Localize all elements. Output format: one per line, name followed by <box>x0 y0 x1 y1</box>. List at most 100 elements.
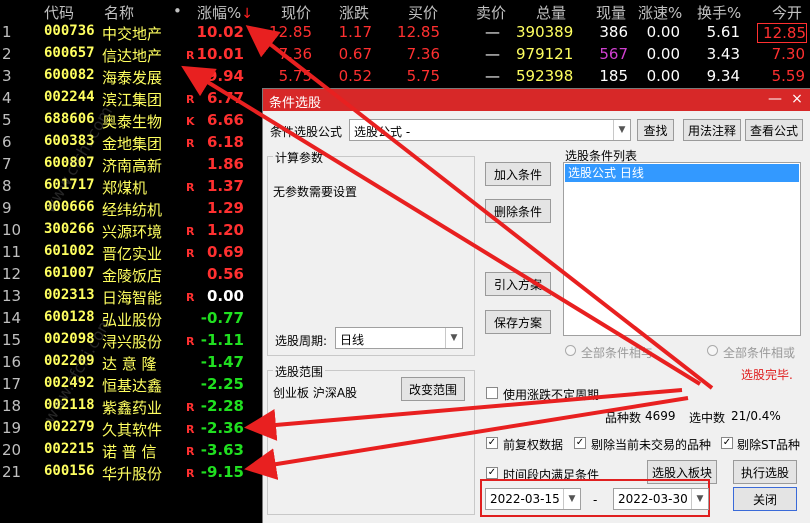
turnover: 9.34 <box>706 67 740 85</box>
radio-all-and[interactable] <box>565 345 576 356</box>
table-row[interactable]: 3 600082 海泰发展 9.94 5.75 0.52 5.75 — 592398 185 0.0… <box>0 65 810 87</box>
price: 5.75 <box>278 67 312 85</box>
stock-code: 002215 <box>44 441 95 457</box>
speed: 0.00 <box>646 23 680 41</box>
header-ask[interactable]: 卖价 <box>476 2 506 23</box>
fq-label: 前复权数据 <box>503 438 564 452</box>
radio-all-or[interactable] <box>707 345 718 356</box>
speed: 0.00 <box>646 67 680 85</box>
period-condition-checkbox[interactable]: ✓ <box>486 467 498 479</box>
selected-label: 选中数 <box>689 411 726 425</box>
total-volume: 979121 <box>516 45 574 63</box>
period-select[interactable]: 日线 ▼ <box>335 327 463 349</box>
chevron-down-icon: ▼ <box>613 120 630 140</box>
bid-price: 5.75 <box>406 67 440 85</box>
header-turnover[interactable]: 换手% <box>697 2 741 23</box>
header-code[interactable]: 代码 <box>44 2 74 23</box>
end-date-input[interactable]: 2022-03-30 ▼ <box>613 488 709 510</box>
close-icon[interactable]: × <box>789 91 805 107</box>
import-plan-button[interactable]: 引入方案 <box>485 272 551 296</box>
use-variable-period-checkbox[interactable] <box>486 387 498 399</box>
stock-code: 300266 <box>44 221 95 237</box>
change-pct: 10.02 <box>196 23 244 41</box>
header-volume[interactable]: 总量 <box>536 2 566 23</box>
row-number: 15 <box>2 331 22 349</box>
change-range-button[interactable]: 改变范围 <box>401 377 465 401</box>
list-item[interactable]: 选股公式 日线 <box>565 164 799 182</box>
count-value: 4699 <box>645 409 676 423</box>
stock-name: 海泰发展 <box>102 69 163 87</box>
stock-name: 晋亿实业 <box>102 245 163 263</box>
change-pct: -2.36 <box>200 419 244 437</box>
row-number: 18 <box>2 397 22 415</box>
stock-name: 滨江集团 <box>102 91 163 109</box>
stock-code: 002313 <box>44 287 95 303</box>
remove-st-label: 剔除ST品种 <box>737 438 800 452</box>
stock-name: 久其软件 <box>102 421 163 439</box>
stock-code: 601007 <box>44 265 95 281</box>
minimize-icon[interactable]: — <box>767 91 783 107</box>
row-number: 3 <box>2 67 12 85</box>
fq-checkbox[interactable]: ✓ <box>486 437 498 449</box>
stock-name: 浔兴股份 <box>102 333 163 351</box>
row-number: 21 <box>2 463 22 481</box>
usage-button[interactable]: 用法注释 <box>683 119 741 141</box>
header-open[interactable]: 今开 <box>772 2 802 23</box>
table-row[interactable]: 2 600657 信达地产 R 10.01 7.36 0.67 7.36—979121 567 0… <box>0 43 810 65</box>
row-number: 1 <box>2 23 12 41</box>
use-variable-period-label: 使用涨跌不定周期 <box>503 388 600 402</box>
stock-name: 经纬纺机 <box>102 201 163 219</box>
table-row[interactable]: 1 000736 中交地产 10.02 12.85 1.17 12.85 — 390389 386… <box>0 21 810 43</box>
stock-code: 600128 <box>44 309 95 325</box>
params-text: 无参数需要设置 <box>273 185 358 199</box>
search-button[interactable]: 查找 <box>637 119 674 141</box>
change-pct: 6.18 <box>206 133 244 151</box>
change-pct: 0.00 <box>206 287 244 305</box>
remove-untraded-label: 剔除当前未交易的品种 <box>591 438 712 452</box>
view-formula-button[interactable]: 查看公式 <box>745 119 803 141</box>
stock-code: 600156 <box>44 463 95 479</box>
header-name[interactable]: 名称 <box>104 2 134 23</box>
header-price[interactable]: 现价 <box>281 2 311 23</box>
condition-list[interactable]: 选股公式 日线 <box>563 162 801 336</box>
start-date-input[interactable]: 2022-03-15 ▼ <box>485 488 581 510</box>
change-pct: -0.77 <box>200 309 244 327</box>
header-pct[interactable]: 涨幅%↓ <box>197 2 253 23</box>
stock-name: 恒基达鑫 <box>102 377 163 395</box>
price: 12.85 <box>269 23 312 41</box>
delete-condition-button[interactable]: 删除条件 <box>485 199 551 223</box>
row-number: 13 <box>2 287 22 305</box>
dialog-title: 条件选股 <box>269 96 322 111</box>
range-text: 创业板 沪深A股 <box>273 386 358 400</box>
bid-price: 12.85 <box>397 23 440 41</box>
remove-st-checkbox[interactable]: ✓ <box>721 437 733 449</box>
header-dot: • <box>173 2 182 20</box>
formula-select[interactable]: 选股公式 - ▼ <box>349 119 631 141</box>
row-number: 12 <box>2 265 22 283</box>
header-current-volume[interactable]: 现量 <box>596 2 626 23</box>
row-number: 19 <box>2 419 22 437</box>
save-plan-button[interactable]: 保存方案 <box>485 310 551 334</box>
change-pct: 1.20 <box>206 221 244 239</box>
stock-code: 600082 <box>44 67 95 83</box>
change-pct: -1.47 <box>200 353 244 371</box>
stock-name: 华升股份 <box>102 465 163 483</box>
stock-name: 济南高新 <box>102 157 163 175</box>
remove-untraded-checkbox[interactable]: ✓ <box>574 437 586 449</box>
stock-name: 金地集团 <box>102 135 163 153</box>
formula-value: 选股公式 - <box>354 125 411 139</box>
add-condition-button[interactable]: 加入条件 <box>485 162 551 186</box>
header-change[interactable]: 涨跌 <box>339 2 369 23</box>
close-button[interactable]: 关闭 <box>733 487 797 511</box>
header-speed[interactable]: 涨速% <box>638 2 682 23</box>
row-number: 10 <box>2 221 22 239</box>
ask-price: — <box>485 67 500 85</box>
change-pct: -2.25 <box>200 375 244 393</box>
dialog-title-bar[interactable]: 条件选股 — × <box>263 89 810 111</box>
header-bid[interactable]: 买价 <box>408 2 438 23</box>
chevron-down-icon: ▼ <box>563 489 580 509</box>
execute-select-button[interactable]: 执行选股 <box>733 460 797 484</box>
stock-name: 中交地产 <box>102 25 163 43</box>
row-number: 2 <box>2 45 12 63</box>
price: 7.36 <box>278 45 312 63</box>
